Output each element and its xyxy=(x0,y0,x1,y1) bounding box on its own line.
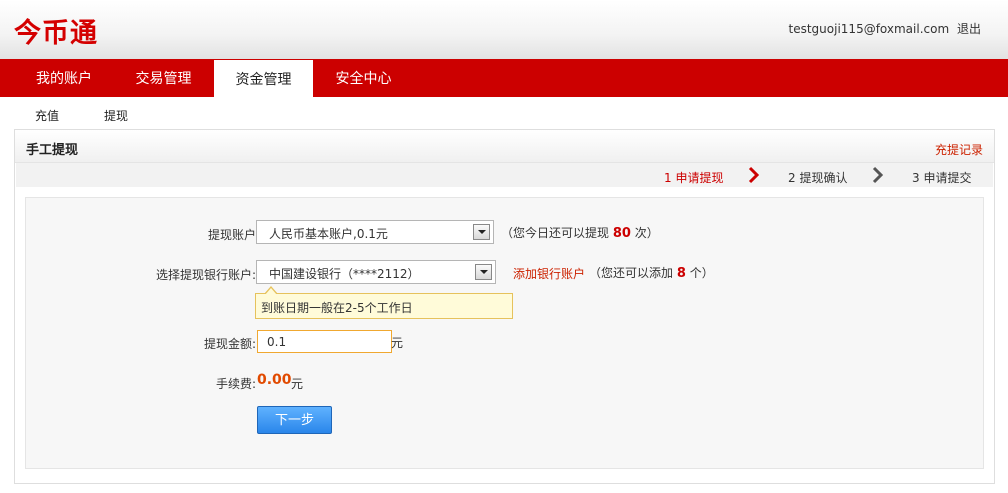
sub-nav: 充值 提现 xyxy=(0,97,1008,129)
records-link[interactable]: 充提记录 xyxy=(935,141,983,158)
bank-note-prefix: （您还可以添加 xyxy=(589,266,674,280)
panel-title: 手工提现 xyxy=(26,143,79,158)
account-note-prefix: （您今日还可以提现 xyxy=(501,226,610,240)
subnav-withdraw[interactable]: 提现 xyxy=(104,107,128,124)
account-remaining-count: 80 xyxy=(612,226,631,241)
bank-note-suffix: 个） xyxy=(689,266,714,280)
logo[interactable]: 今币通 xyxy=(14,11,98,50)
account-note-suffix: 次） xyxy=(634,226,659,240)
nav-funds-management[interactable]: 资金管理 xyxy=(214,60,313,97)
bank-label: 选择提现银行账户: xyxy=(155,268,256,282)
bank-select[interactable]: 中国建设银行（****2112） xyxy=(256,260,496,284)
add-bank-account-link[interactable]: 添加银行账户 xyxy=(513,265,585,282)
account-withdraw-note: （您今日还可以提现 80 次） xyxy=(501,224,659,241)
subnav-recharge[interactable]: 充值 xyxy=(35,107,59,124)
tooltip-text: 到账日期一般在2-5个工作日 xyxy=(261,301,413,315)
account-select[interactable]: 人民币基本账户,0.1元 xyxy=(256,220,494,244)
nav-my-account[interactable]: 我的账户 xyxy=(19,59,109,97)
fee-value: 0.00 xyxy=(257,372,292,388)
bank-select-value: 中国建设银行（****2112） xyxy=(269,267,420,281)
step-1: 1 申请提现 xyxy=(664,171,724,185)
nav-trade-management[interactable]: 交易管理 xyxy=(117,59,210,97)
fee-unit: 元 xyxy=(291,377,304,391)
step-arrow-gray-icon xyxy=(872,166,884,184)
tooltip-caret-inner xyxy=(265,288,277,295)
user-area: testguoji115@foxmail.com 退出 xyxy=(789,20,981,37)
fee-label: 手续费: xyxy=(215,377,256,391)
amount-label: 提现金额: xyxy=(203,337,256,351)
arrival-tooltip: 到账日期一般在2-5个工作日 xyxy=(255,286,513,319)
header: 今币通 testguoji115@foxmail.com 退出 xyxy=(0,0,1008,59)
account-select-value: 人民币基本账户,0.1元 xyxy=(269,227,388,241)
step-indicator: 1 申请提现 2 提现确认 3 申请提交 xyxy=(16,163,993,187)
step-arrow-red-icon xyxy=(748,166,760,184)
main-nav: 我的账户 交易管理 资金管理 安全中心 xyxy=(0,59,1008,97)
bank-add-note: （您还可以添加 8 个） xyxy=(589,264,714,281)
user-email[interactable]: testguoji115@foxmail.com xyxy=(789,22,950,36)
next-step-button[interactable]: 下一步 xyxy=(257,406,332,434)
withdraw-panel: 手工提现 充提记录 1 申请提现 2 提现确认 3 申请提交 提现账户 人民币基… xyxy=(14,129,995,484)
panel-header: 手工提现 充提记录 xyxy=(15,130,994,163)
amount-unit: 元 xyxy=(391,336,404,350)
withdraw-form: 提现账户 人民币基本账户,0.1元 （您今日还可以提现 80 次） 选择提现银行… xyxy=(25,197,984,469)
step-3: 3 申请提交 xyxy=(912,171,972,185)
bank-remaining-count: 8 xyxy=(676,266,686,281)
account-label: 提现账户 xyxy=(207,228,256,242)
step-2: 2 提现确认 xyxy=(788,171,848,185)
nav-security-center[interactable]: 安全中心 xyxy=(317,59,410,97)
chevron-down-icon[interactable] xyxy=(473,224,490,240)
amount-input[interactable] xyxy=(257,330,392,353)
logout-link[interactable]: 退出 xyxy=(957,22,981,36)
chevron-down-icon[interactable] xyxy=(475,264,492,280)
